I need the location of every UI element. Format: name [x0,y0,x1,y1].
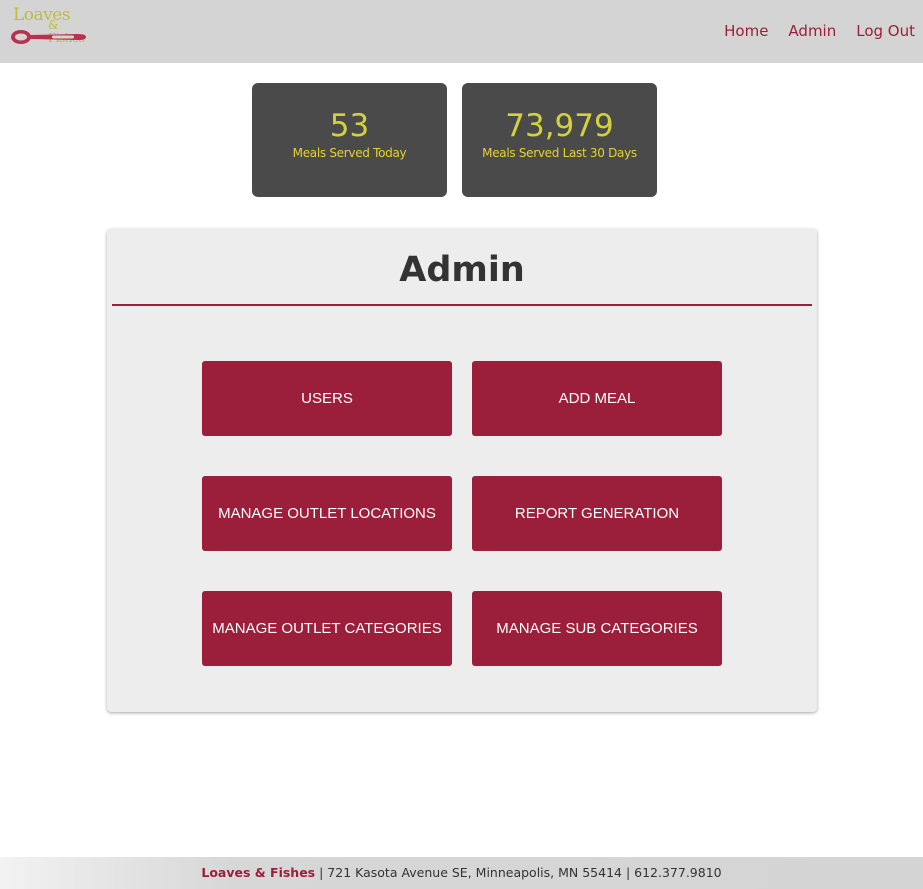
stat-card-meals-30-days: 73,979 Meals Served Last 30 Days [462,83,657,197]
page-title: Admin [399,250,525,290]
stat-label: Meals Served Last 30 Days [482,146,637,160]
footer-separator: | [621,865,635,880]
report-generation-button[interactable]: REPORT GENERATION [472,476,722,551]
page-footer: Loaves & Fishes | 721 Kasota Avenue SE, … [0,857,923,889]
manage-outlet-categories-button[interactable]: MANAGE OUTLET CATEGORIES [202,591,452,666]
loaves-fishes-logo[interactable]: Loaves & Fishes [10,6,90,48]
stat-value: 73,979 [505,108,614,144]
footer-separator: | [315,865,328,880]
main-nav: Home Admin Log Out [724,21,915,41]
spoon-icon [11,30,86,44]
nav-home-link[interactable]: Home [724,21,768,41]
footer-phone: 612.377.9810 [634,865,722,880]
add-meal-button[interactable]: ADD MEAL [472,361,722,436]
stat-card-meals-today: 53 Meals Served Today [252,83,447,197]
nav-admin-link[interactable]: Admin [788,21,836,41]
manage-sub-categories-button[interactable]: MANAGE SUB CATEGORIES [472,591,722,666]
nav-logout-link[interactable]: Log Out [856,21,915,41]
admin-panel: Admin USERS ADD MEAL MANAGE OUTLET LOCAT… [107,229,817,712]
users-button[interactable]: USERS [202,361,452,436]
top-navbar: Loaves & Fishes Home Admin Log Out [0,0,923,63]
footer-brand: Loaves & Fishes [201,865,316,880]
title-divider [112,304,812,306]
footer-address: 721 Kasota Avenue SE, Minneapolis, MN 55… [327,865,622,880]
manage-outlet-locations-button[interactable]: MANAGE OUTLET LOCATIONS [202,476,452,551]
stat-label: Meals Served Today [292,146,407,160]
stat-value: 53 [329,108,370,144]
